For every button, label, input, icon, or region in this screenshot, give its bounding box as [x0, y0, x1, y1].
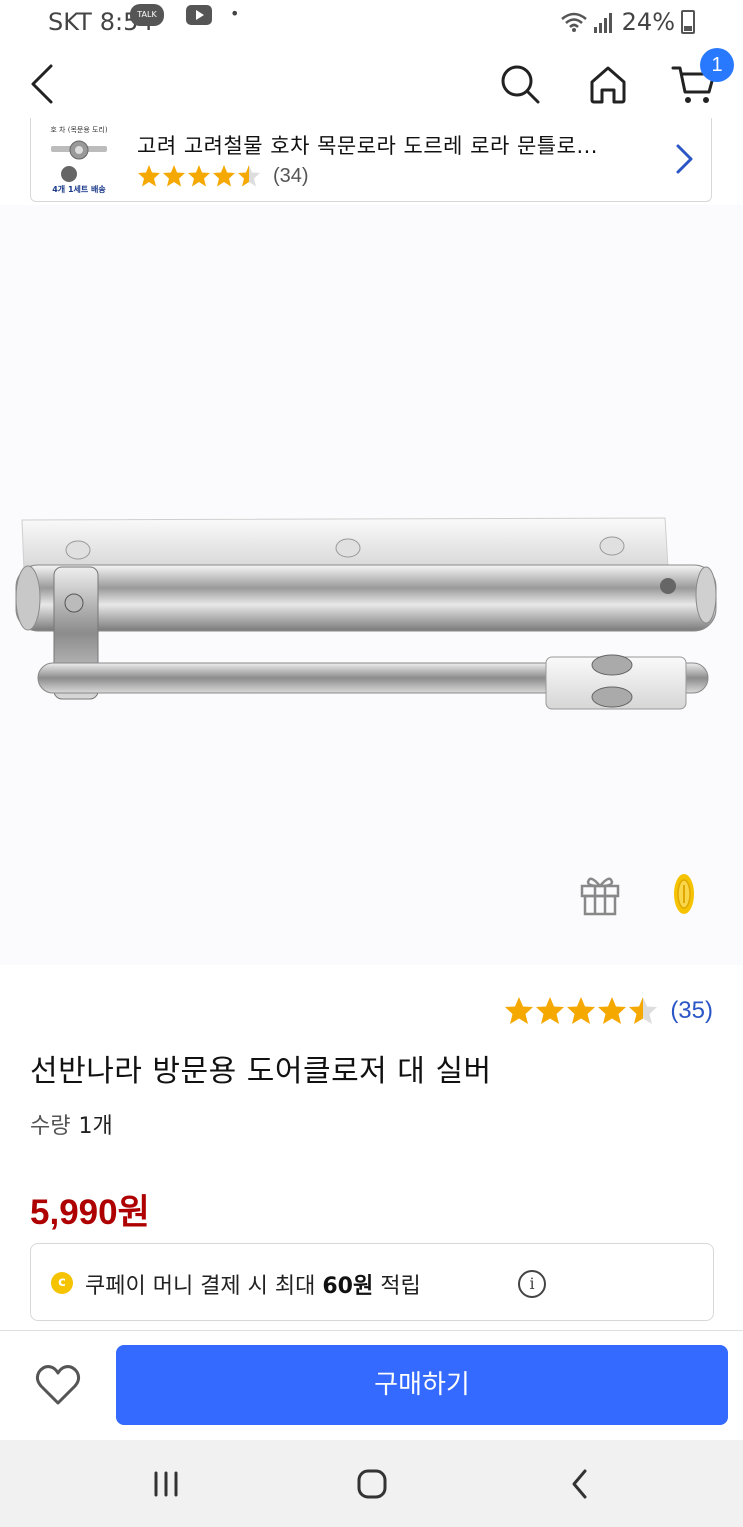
bottom-action-bar: 구매하기 [0, 1330, 743, 1440]
related-product-title: 고려 고려철물 호차 목문로라 도르레 로라 문틀로... [137, 134, 598, 158]
gift-icon [580, 877, 620, 916]
gift-button[interactable] [576, 870, 624, 918]
search-icon [501, 65, 540, 104]
notification-dot: • [230, 4, 240, 23]
android-nav-bar [0, 1440, 743, 1527]
product-image[interactable] [0, 205, 743, 965]
coin-button[interactable] [664, 870, 704, 918]
coupay-reward-text: 쿠페이 머니 결제 시 최대 60원 적립 [85, 1268, 421, 1300]
thumb-caption-bottom: 4개 1세트 배송 [52, 184, 106, 194]
thumb-caption-top: 호 차 (목문용 도리) [50, 125, 107, 134]
back-arrow-icon [31, 64, 53, 104]
status-bar: SKT 8:54 TALK • 24% [0, 0, 743, 48]
home-button[interactable] [584, 60, 632, 108]
info-icon[interactable]: i [518, 1270, 546, 1298]
top-nav [0, 48, 743, 120]
wifi-icon [560, 11, 588, 33]
recent-apps-icon [154, 1471, 178, 1497]
kakaotalk-icon: TALK [130, 4, 164, 26]
product-rating[interactable]: (35) [504, 996, 713, 1026]
coupay-coin-icon [51, 1272, 73, 1294]
coin-icon [674, 874, 694, 914]
star-rating-icon [138, 165, 260, 187]
product-price: 5,990원 [30, 1193, 150, 1232]
star-rating-icon [505, 997, 658, 1024]
quantity-value: 1개 [78, 1114, 113, 1139]
cart-count-badge: 1 [700, 48, 734, 82]
related-review-count: (34) [273, 164, 309, 187]
home-circle-icon [357, 1469, 387, 1499]
android-home-button[interactable] [348, 1462, 396, 1506]
battery-icon [681, 10, 695, 34]
status-right: 24% [560, 8, 695, 36]
related-product-thumbnail: 호 차 (목문용 도리) 4개 1세트 배송 [43, 122, 115, 196]
battery-percent: 24% [621, 8, 675, 36]
coupay-reward-box: 쿠페이 머니 결제 시 최대 60원 적립 i [30, 1243, 714, 1321]
search-button[interactable] [496, 60, 544, 108]
recent-apps-button[interactable] [142, 1462, 190, 1506]
coupay-text-before: 쿠페이 머니 결제 시 최대 [85, 1274, 323, 1299]
review-count[interactable]: (35) [670, 997, 713, 1025]
coupay-text-after: 적립 [373, 1274, 421, 1299]
signal-icon [593, 11, 616, 33]
back-button[interactable] [18, 60, 66, 108]
home-icon [590, 66, 626, 104]
related-product-rating: (34) [137, 164, 309, 188]
back-chevron-icon [572, 1469, 587, 1499]
quantity-label: 수량 [30, 1114, 71, 1139]
heart-icon [35, 1365, 81, 1405]
buy-button[interactable]: 구매하기 [116, 1345, 728, 1425]
coupay-amount: 60원 [322, 1274, 374, 1299]
wishlist-button[interactable] [34, 1361, 82, 1409]
product-title: 선반나라 방문용 도어클로저 대 실버 [30, 1054, 492, 1089]
carrier-label: SKT [48, 8, 92, 36]
related-product-card[interactable]: 호 차 (목문용 도리) 4개 1세트 배송 고려 고려철물 호차 목문로라 도… [30, 118, 712, 202]
chevron-right-icon [676, 144, 693, 174]
android-back-button[interactable] [556, 1462, 604, 1506]
quantity-row: 수량 1개 [30, 1108, 113, 1140]
youtube-icon [186, 5, 212, 25]
door-closer-illustration [15, 517, 717, 710]
